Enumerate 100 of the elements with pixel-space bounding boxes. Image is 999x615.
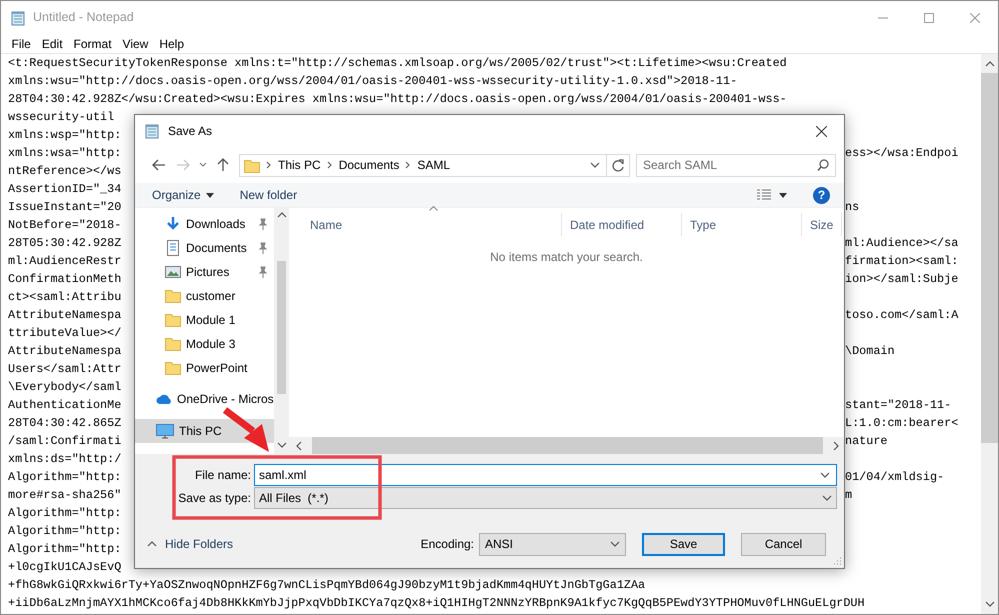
breadcrumb-item[interactable]: Documents bbox=[338, 156, 400, 174]
text-line-fragment: 28T05:30:42.928Z bbox=[8, 235, 122, 252]
close-icon bbox=[970, 12, 980, 22]
toolbar-button[interactable]: New folder bbox=[240, 186, 298, 204]
file-type-dropdown[interactable]: All Files (*.*) bbox=[254, 487, 837, 509]
text-line-fragment: Algorithm="http: bbox=[8, 523, 122, 540]
text-line-fragment: ess></wsa:Endpoi bbox=[845, 145, 958, 162]
nav-item[interactable]: PowerPoint bbox=[135, 356, 274, 380]
field-label: File name: bbox=[194, 467, 252, 484]
text-line-fragment: m bbox=[845, 487, 852, 504]
search-field[interactable]: Search SAML bbox=[636, 154, 836, 176]
text-line-fragment: AssertionID="_34 bbox=[8, 181, 122, 198]
chevron-right-icon bbox=[405, 161, 412, 169]
caret-icon bbox=[779, 192, 787, 198]
chevron-down-icon[interactable] bbox=[820, 471, 830, 479]
text-line-fragment: AttributeNamespa bbox=[8, 343, 122, 360]
text-line-fragment: ct><saml:Attribu bbox=[8, 289, 122, 306]
text-line-fragment: \Everybody</saml bbox=[8, 379, 122, 396]
help-button[interactable]: ? bbox=[813, 186, 830, 204]
text-line-fragment: ion></saml:Subje bbox=[845, 271, 958, 288]
folder-icon bbox=[165, 312, 181, 328]
text-line: <t:RequestSecurityTokenResponse xmlns:t="http://schemas.xmlsoap.org/ws/2005/02/trust"><t:Lifetime><wsu:Created bbox=[8, 55, 787, 72]
search-icon bbox=[817, 159, 829, 171]
scrollbar-thumb[interactable] bbox=[981, 73, 998, 443]
nav-item[interactable]: Module 1 bbox=[135, 308, 274, 332]
text-line-fragment: 01/04/xmldsig- bbox=[845, 469, 944, 486]
toolbar-button[interactable]: Organize bbox=[152, 186, 214, 204]
menu-item[interactable]: View bbox=[117, 34, 154, 52]
text-line-fragment: wssecurity-util bbox=[8, 109, 114, 126]
menu-item[interactable]: Format bbox=[68, 34, 118, 52]
dialog-title: Save As bbox=[168, 123, 212, 140]
text-line-fragment: L:1.0:cm:bearer< bbox=[845, 415, 958, 432]
notepad-icon bbox=[10, 10, 26, 26]
menu-item[interactable]: Edit bbox=[36, 34, 68, 52]
breadcrumb-item[interactable]: This PC bbox=[278, 156, 321, 174]
window-title: Untitled - Notepad bbox=[33, 9, 134, 26]
text-line-fragment: +l0cgIkU1CAJsEvQ bbox=[8, 559, 122, 576]
text-line-fragment: toso.com</saml:A bbox=[845, 307, 958, 324]
back-arrow-icon bbox=[152, 159, 166, 171]
field-label: Encoding: bbox=[420, 536, 474, 553]
scrollbar-thumb[interactable] bbox=[277, 261, 286, 394]
refresh-button[interactable] bbox=[607, 154, 630, 176]
nav-item[interactable]: customer bbox=[135, 284, 274, 308]
text-line-fragment: NotBefore="2018- bbox=[8, 217, 122, 234]
column-header[interactable]: Size bbox=[802, 213, 842, 236]
chevron-down-icon[interactable] bbox=[590, 161, 600, 169]
nav-item[interactable]: Documents bbox=[135, 236, 274, 260]
text-line-fragment: AuthenticationMe bbox=[8, 397, 122, 414]
picture-icon bbox=[165, 264, 181, 280]
text-line-fragment: /saml:Confirmati bbox=[8, 433, 122, 450]
nav-item[interactable]: Module 3 bbox=[135, 332, 274, 356]
folder-icon bbox=[165, 288, 181, 304]
nav-item[interactable]: OneDrive - Micros bbox=[135, 387, 274, 411]
chevron-up-icon bbox=[147, 540, 157, 548]
scroll-left-icon[interactable] bbox=[295, 440, 303, 450]
annotation-arrow bbox=[222, 407, 269, 452]
text-line-fragment: Algorithm="http: bbox=[8, 469, 122, 486]
address-bar[interactable]: This PC Documents SAML bbox=[239, 154, 607, 176]
file-name-field[interactable]: saml.xml bbox=[254, 464, 837, 486]
scrollbar-thumb[interactable] bbox=[312, 437, 823, 454]
text-line-fragment: more#rsa-sha256" bbox=[8, 487, 122, 504]
text-line-fragment: nature bbox=[845, 433, 888, 450]
chevron-right-icon bbox=[326, 161, 333, 169]
text-line-fragment: firmation><saml: bbox=[845, 253, 958, 270]
chevron-right-icon bbox=[266, 161, 272, 169]
scroll-right-icon[interactable] bbox=[832, 440, 840, 450]
resize-grip-icon[interactable] bbox=[833, 557, 842, 566]
notepad-icon bbox=[144, 123, 160, 139]
maximize-icon bbox=[924, 12, 934, 22]
breadcrumb-item[interactable]: SAML bbox=[417, 156, 450, 174]
details-view-icon bbox=[757, 189, 771, 201]
dialog-button[interactable]: Cancel bbox=[741, 532, 826, 556]
folder-icon bbox=[165, 336, 181, 352]
text-line-fragment: ns bbox=[845, 199, 860, 216]
text-line-fragment: IssueInstant="20 bbox=[8, 199, 122, 216]
chevron-down-icon bbox=[610, 540, 620, 548]
column-header[interactable]: Type bbox=[682, 213, 802, 236]
column-header[interactable]: Name bbox=[289, 213, 562, 236]
text-line: 28T04:30:42.928Z</wsu:Created><wsu:Expires xmlns:wsu="http://docs.oasis-open.org/wss/2004/01/oasis-200401-wss- bbox=[8, 91, 787, 108]
up-arrow-icon bbox=[217, 158, 229, 172]
encoding-dropdown[interactable]: ANSI bbox=[479, 532, 626, 556]
dialog-button[interactable]: Save bbox=[642, 532, 725, 556]
download-icon bbox=[165, 216, 181, 232]
chevron-down-icon bbox=[822, 494, 832, 502]
menu-item[interactable]: Help bbox=[154, 34, 190, 52]
text-line-fragment: ttributeValue></ bbox=[8, 325, 122, 342]
forward-arrow-icon bbox=[176, 159, 190, 171]
nav-item[interactable]: Downloads bbox=[135, 212, 274, 236]
text-line-fragment: ml:Audience></sa bbox=[845, 235, 958, 252]
folder-icon bbox=[244, 158, 260, 172]
column-header[interactable]: Date modified bbox=[562, 213, 682, 236]
text-line-fragment: ConfirmationMeth bbox=[8, 271, 122, 288]
nav-item[interactable]: Pictures bbox=[135, 260, 274, 284]
menu-item[interactable]: File bbox=[6, 34, 36, 52]
close-icon bbox=[816, 126, 826, 136]
view-options-button[interactable] bbox=[757, 189, 787, 201]
text-line-fragment: stant="2018-11- bbox=[845, 397, 952, 414]
text-line-fragment: xmlns:wsp="http: bbox=[8, 127, 122, 144]
text-line-fragment: xmlns:wsa="http: bbox=[8, 145, 122, 162]
hide-folders-button[interactable]: Hide Folders bbox=[147, 535, 234, 553]
